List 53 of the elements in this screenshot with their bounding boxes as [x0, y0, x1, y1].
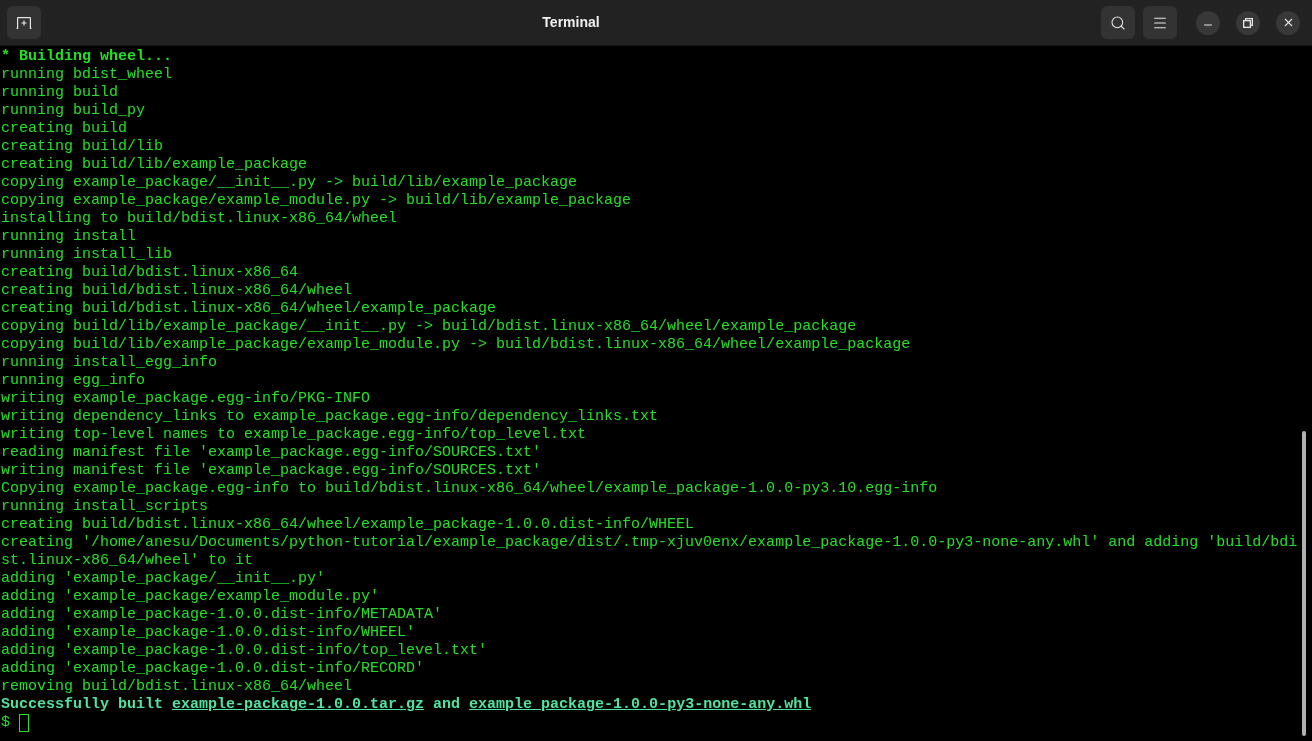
output-line: writing manifest file 'example_package.egg-info/SOURCES.txt'	[1, 462, 543, 480]
menu-button[interactable]	[1143, 6, 1177, 39]
output-line: running install_scripts	[1, 498, 210, 516]
output-line: creating build/bdist.linux-x86_64/wheel/example_package-1.0.0.dist-info/WHEEL	[1, 516, 696, 534]
file-link[interactable]: example-package-1.0.0.tar.gz	[172, 696, 425, 714]
prompt-symbol: $	[1, 714, 10, 732]
output-line: st.linux-x86_64/wheel' to it	[1, 552, 255, 570]
output-line: running egg_info	[1, 372, 147, 390]
window-title: Terminal	[542, 13, 600, 32]
cursor-icon	[19, 714, 29, 732]
output-line: adding 'example_package/example_module.py'	[1, 588, 381, 606]
output-line: creating build	[1, 120, 129, 138]
output-line: creating build/lib	[1, 138, 165, 156]
new-tab-button[interactable]	[7, 6, 41, 39]
output-line: creating '/home/anesu/Documents/python-tutorial/example_package/dist/.tmp-xjuv0enx/example_package-1.0.0-py3-none-any.whl' and adding 'build/bdi	[1, 534, 1299, 552]
output-line: running bdist_wheel	[1, 66, 174, 84]
output-line: running install_lib	[1, 246, 174, 264]
search-button[interactable]	[1101, 6, 1135, 39]
output-line: writing example_package.egg-info/PKG-INFO	[1, 390, 372, 408]
output-line: * Building wheel...	[1, 48, 174, 66]
output-line: adding 'example_package-1.0.0.dist-info/top_level.txt'	[1, 642, 489, 660]
output-line: copying build/lib/example_package/example_module.py -> build/bdist.linux-x86_64/wheel/example_package	[1, 336, 912, 354]
output-line: reading manifest file 'example_package.egg-info/SOURCES.txt'	[1, 444, 543, 462]
output-line: running build_py	[1, 102, 147, 120]
output-line: creating build/bdist.linux-x86_64/wheel	[1, 282, 354, 300]
output-text: Successfully built	[1, 696, 165, 714]
output-line: creating build/bdist.linux-x86_64	[1, 264, 300, 282]
output-line: adding 'example_package-1.0.0.dist-info/WHEEL'	[1, 624, 417, 642]
scrollbar[interactable]	[1302, 431, 1306, 736]
output-line: copying build/lib/example_package/__init__.py -> build/bdist.linux-x86_64/wheel/example_package	[1, 318, 858, 336]
output-line: running install	[1, 228, 138, 246]
output-line: writing dependency_links to example_package.egg-info/dependency_links.txt	[1, 408, 660, 426]
output-line: copying example_package/__init__.py -> build/lib/example_package	[1, 174, 579, 192]
search-icon	[1110, 14, 1126, 31]
output-line: creating build/lib/example_package	[1, 156, 309, 174]
output-line: removing build/bdist.linux-x86_64/wheel	[1, 678, 354, 696]
output-line: Copying example_package.egg-info to build/bdist.linux-x86_64/wheel/example_package-1.0.0-py3.10.egg-info	[1, 480, 939, 498]
output-line: running build	[1, 84, 120, 102]
output-line: writing top-level names to example_package.egg-info/top_level.txt	[1, 426, 588, 444]
output-text: and	[432, 696, 462, 714]
file-link[interactable]: example_package-1.0.0-py3-none-any.whl	[469, 696, 812, 714]
output-line: adding 'example_package-1.0.0.dist-info/METADATA'	[1, 606, 444, 624]
output-line: copying example_package/example_module.py -> build/lib/example_package	[1, 192, 633, 210]
output-line: running install_egg_info	[1, 354, 219, 372]
minimize-button[interactable]	[1196, 10, 1220, 35]
new-tab-icon	[16, 16, 32, 29]
output-line: adding 'example_package-1.0.0.dist-info/RECORD'	[1, 660, 426, 678]
output-line: installing to build/bdist.linux-x86_64/wheel	[1, 210, 399, 228]
close-button[interactable]	[1276, 10, 1300, 35]
restore-button[interactable]	[1236, 10, 1260, 35]
output-line: creating build/bdist.linux-x86_64/wheel/example_package	[1, 300, 498, 318]
restore-icon	[1243, 17, 1253, 28]
output-line: adding 'example_package/__init__.py'	[1, 570, 327, 588]
